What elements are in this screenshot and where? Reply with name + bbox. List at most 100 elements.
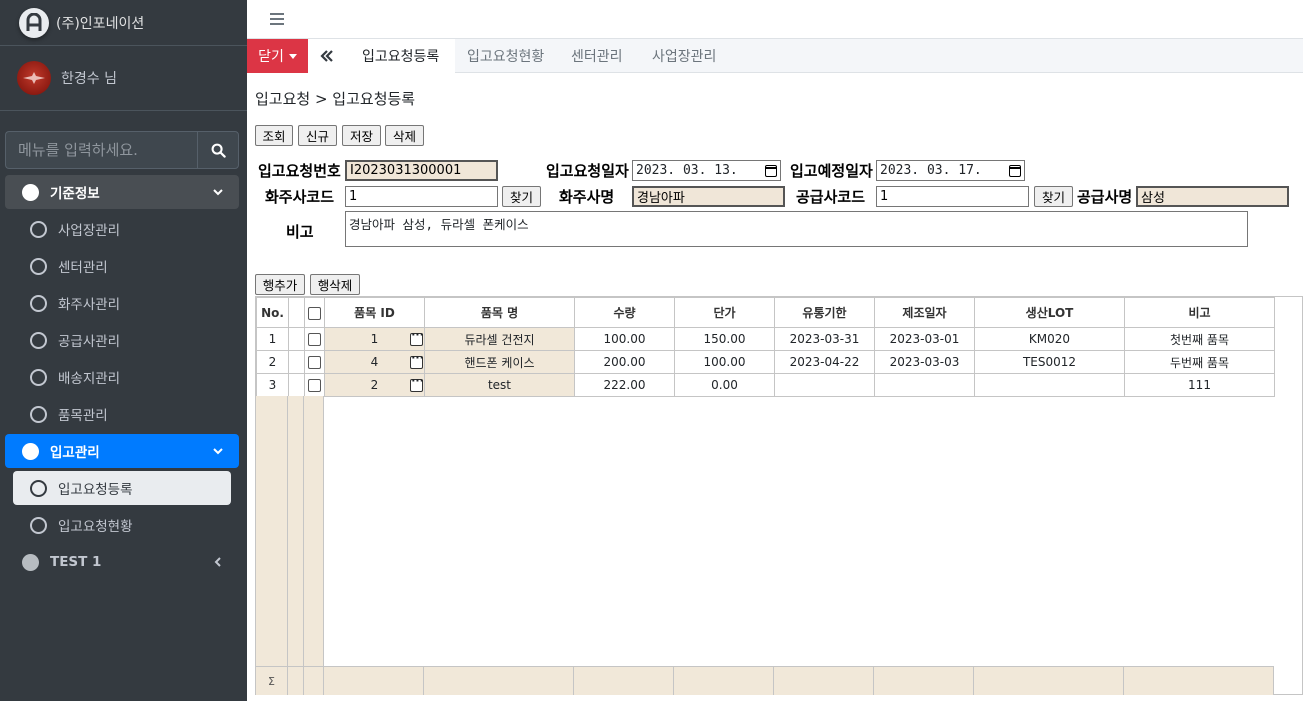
- lot[interactable]: [974, 373, 1125, 397]
- more-icon[interactable]: [410, 374, 424, 392]
- expiry[interactable]: 2023-04-22: [774, 350, 875, 374]
- item-grid: No. 품목 ID 품목 명 수량 단가 유통기한 제조일자 생산LOT 비고 …: [255, 296, 1303, 695]
- lot[interactable]: KM020: [974, 327, 1125, 351]
- sidebar-item-product[interactable]: 품목관리: [5, 397, 239, 431]
- owner-name-field[interactable]: 경남아파: [632, 186, 785, 207]
- col-item-id[interactable]: 품목 ID: [324, 297, 425, 328]
- owner-find-button[interactable]: 찾기: [502, 186, 541, 207]
- scroll-left-button[interactable]: [308, 39, 346, 73]
- grid-left-filler: [256, 396, 324, 666]
- table-row[interactable]: 2 4 핸드폰 케이스 200.00 100.00 2023-04-22 202…: [256, 350, 1275, 374]
- price[interactable]: 100.00: [674, 350, 775, 374]
- mfg-date[interactable]: 2023-03-03: [874, 350, 975, 374]
- lot[interactable]: TES0012: [974, 350, 1125, 374]
- owner-code-field[interactable]: 1: [345, 186, 498, 207]
- select-all-checkbox[interactable]: [308, 306, 321, 320]
- sidebar-item-delivery[interactable]: 배송지관리: [5, 360, 239, 394]
- hamburger-menu-icon[interactable]: [270, 12, 284, 26]
- search-icon: [211, 143, 226, 158]
- supplier-name-field[interactable]: 삼성: [1136, 186, 1289, 207]
- supplier-code-label: 공급사코드: [796, 188, 866, 206]
- col-qty[interactable]: 수량: [574, 297, 675, 328]
- req-date-field[interactable]: 2023. 03. 13.: [632, 160, 781, 181]
- plan-date-field[interactable]: 2023. 03. 17.: [876, 160, 1025, 181]
- col-item-name[interactable]: 품목 명: [424, 297, 575, 328]
- row-checkbox[interactable]: [308, 379, 321, 392]
- user-name: 한경수 님: [61, 71, 117, 87]
- menu-search-input[interactable]: [5, 131, 197, 169]
- new-button[interactable]: 신규: [298, 125, 337, 146]
- item-id-cell[interactable]: 2: [324, 373, 425, 397]
- note[interactable]: 첫번째 품목: [1124, 327, 1275, 351]
- sidebar-group-base-info[interactable]: 기준정보: [5, 175, 239, 209]
- col-check[interactable]: [304, 297, 325, 328]
- sidebar-item-site[interactable]: 사업장관리: [5, 212, 239, 246]
- tab-site[interactable]: 사업장관리: [652, 39, 716, 73]
- circle-outline-icon: [30, 220, 47, 238]
- req-date-label: 입고요청일자: [546, 162, 629, 180]
- expiry[interactable]: [774, 373, 875, 397]
- req-no-label: 입고요청번호: [258, 162, 341, 180]
- remark-textarea[interactable]: 경남아파 삼성, 듀라셀 폰케이스: [345, 211, 1248, 247]
- user-panel[interactable]: 한경수 님: [0, 46, 247, 111]
- item-name: 핸드폰 케이스: [424, 350, 575, 374]
- qty[interactable]: 100.00: [574, 327, 675, 351]
- sidebar-group-test1[interactable]: TEST 1: [5, 545, 239, 579]
- note[interactable]: 111: [1124, 373, 1275, 397]
- col-lot[interactable]: 생산LOT: [974, 297, 1125, 328]
- delete-row-button[interactable]: 행삭제: [310, 274, 360, 295]
- sidebar-item-inbound-status[interactable]: 입고요청현황: [5, 508, 239, 542]
- col-note[interactable]: 비고: [1124, 297, 1275, 328]
- req-no-field[interactable]: I2023031300001: [345, 160, 498, 181]
- tab-inbound-status[interactable]: 입고요청현황: [467, 39, 544, 73]
- mfg-date[interactable]: 2023-03-01: [874, 327, 975, 351]
- grid-header-row: No. 품목 ID 품목 명 수량 단가 유통기한 제조일자 생산LOT 비고: [256, 297, 1275, 328]
- supplier-find-button[interactable]: 찾기: [1034, 186, 1073, 207]
- price[interactable]: 0.00: [674, 373, 775, 397]
- col-price[interactable]: 단가: [674, 297, 775, 328]
- plan-date-value: 2023. 03. 17.: [880, 163, 982, 178]
- table-row[interactable]: 1 1 듀라셀 건전지 100.00 150.00 2023-03-31 202…: [256, 327, 1275, 351]
- circle-outline-icon: [30, 257, 47, 275]
- close-dropdown-button[interactable]: 닫기: [247, 39, 308, 73]
- sidebar-group-inbound[interactable]: 입고관리: [5, 434, 239, 468]
- row-checkbox[interactable]: [308, 356, 321, 369]
- row-checkbox[interactable]: [308, 333, 321, 346]
- item-id: 4: [370, 355, 379, 369]
- add-row-button[interactable]: 행추가: [255, 274, 305, 295]
- sidebar-item-center[interactable]: 센터관리: [5, 249, 239, 283]
- note[interactable]: 두번째 품목: [1124, 350, 1275, 374]
- calendar-icon[interactable]: [765, 164, 777, 177]
- item-id-cell[interactable]: 1: [324, 327, 425, 351]
- calendar-icon[interactable]: [1009, 164, 1021, 177]
- search-button[interactable]: [197, 131, 239, 169]
- row-check-cell: [304, 373, 325, 397]
- qty[interactable]: 222.00: [574, 373, 675, 397]
- mfg-date[interactable]: [874, 373, 975, 397]
- sidebar-item-inbound-request[interactable]: 입고요청등록: [13, 471, 231, 505]
- menu-search: [5, 131, 239, 169]
- circle-outline-icon: [30, 516, 47, 534]
- circle-outline-icon: [30, 368, 47, 386]
- price[interactable]: 150.00: [674, 327, 775, 351]
- tab-inbound-request[interactable]: 입고요청등록: [346, 39, 456, 73]
- tab-center[interactable]: 센터관리: [571, 39, 623, 73]
- sidebar-item-supplier[interactable]: 공급사관리: [5, 323, 239, 357]
- sidebar-item-owner[interactable]: 화주사관리: [5, 286, 239, 320]
- search-button[interactable]: 조회: [255, 125, 293, 146]
- col-expiry[interactable]: 유통기한: [774, 297, 875, 328]
- col-mfg-date[interactable]: 제조일자: [874, 297, 975, 328]
- brand[interactable]: (주)인포네이션: [0, 0, 247, 46]
- supplier-code-field[interactable]: 1: [876, 186, 1029, 207]
- col-no[interactable]: No.: [256, 297, 289, 328]
- expiry[interactable]: 2023-03-31: [774, 327, 875, 351]
- table-row[interactable]: 3 2 test 222.00 0.00 111: [256, 373, 1275, 397]
- more-icon[interactable]: [410, 328, 424, 346]
- qty[interactable]: 200.00: [574, 350, 675, 374]
- sidebar-item-label: 센터관리: [58, 260, 108, 276]
- delete-button[interactable]: 삭제: [385, 125, 424, 146]
- save-button[interactable]: 저장: [342, 125, 381, 146]
- sidebar-item-label: 입고요청등록: [58, 482, 133, 498]
- more-icon[interactable]: [410, 351, 424, 369]
- item-id-cell[interactable]: 4: [324, 350, 425, 374]
